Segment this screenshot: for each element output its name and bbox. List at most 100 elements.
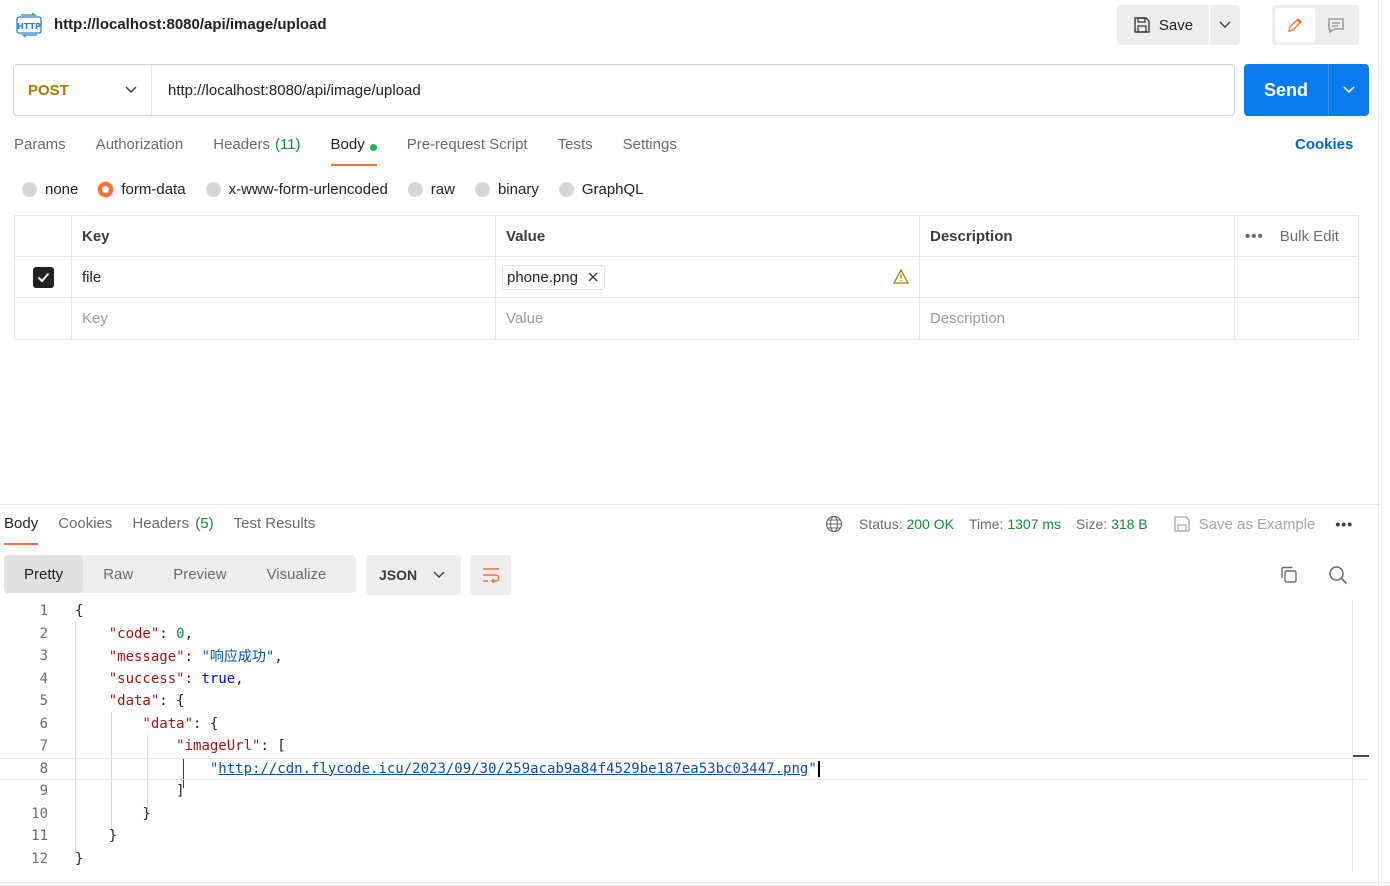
comment-mode-button[interactable]: [1317, 8, 1357, 42]
method-label: POST: [28, 81, 69, 99]
send-dropdown-button[interactable]: [1328, 64, 1369, 116]
save-as-example-button[interactable]: Save as Example: [1173, 515, 1315, 533]
status-info[interactable]: Status: 200 OK: [859, 516, 954, 532]
editor-scrollbar[interactable]: [1352, 600, 1353, 872]
wrap-lines-button[interactable]: [470, 555, 511, 595]
line-number: 8: [39, 760, 48, 777]
tab-settings[interactable]: Settings: [623, 134, 677, 166]
chevron-down-icon: [1219, 21, 1231, 28]
line-number: 3: [39, 648, 48, 665]
key-cell[interactable]: file: [72, 257, 496, 297]
status-value: 200 OK: [906, 516, 954, 532]
response-tab-body[interactable]: Body: [4, 515, 39, 545]
radio-form-data[interactable]: form-data: [98, 181, 186, 198]
tab-label: Body: [330, 136, 365, 153]
copy-icon[interactable]: [1279, 565, 1299, 588]
cookies-link[interactable]: Cookies: [1295, 136, 1353, 153]
value-cell[interactable]: phone.png: [496, 257, 920, 297]
form-data-table: Key Value Description ••• Bulk Edit file…: [14, 215, 1359, 340]
save-button[interactable]: Save: [1117, 5, 1209, 45]
view-preview-button[interactable]: Preview: [153, 555, 246, 593]
code-line: 9 ]: [0, 780, 1368, 803]
code-line: 11 }: [0, 825, 1368, 848]
save-icon: [1174, 516, 1190, 532]
tab-label: Test Results: [233, 515, 316, 532]
more-options-icon[interactable]: •••: [1245, 228, 1264, 245]
bulk-edit-button[interactable]: Bulk Edit: [1280, 228, 1339, 245]
tab-pre-request-script[interactable]: Pre-request Script: [407, 134, 528, 166]
time-label: Time:: [968, 516, 1004, 532]
view-visualize-button[interactable]: Visualize: [247, 555, 347, 593]
scrollbar-position-marker: [1353, 755, 1369, 757]
response-tab-test-results[interactable]: Test Results: [234, 515, 316, 545]
value-placeholder[interactable]: Value: [496, 298, 920, 339]
row-checkbox-cell: [15, 298, 72, 339]
column-header-description: Description: [920, 216, 1235, 256]
tab-headers[interactable]: Headers (11): [213, 134, 300, 166]
radio-circle: [407, 182, 423, 197]
tab-authorization[interactable]: Authorization: [96, 134, 184, 166]
tab-label: Headers: [132, 515, 190, 532]
time-info[interactable]: Time: 1307 ms: [969, 516, 1061, 532]
table-header-row: Key Value Description ••• Bulk Edit: [15, 216, 1358, 257]
tab-body[interactable]: Body: [330, 134, 377, 166]
radio-circle: [205, 182, 221, 197]
code-text: "http://cdn.flycode.icu/2023/09/30/259ac…: [75, 760, 820, 777]
radio-label: raw: [430, 181, 455, 198]
key-placeholder[interactable]: Key: [72, 298, 496, 339]
radio-none[interactable]: none: [22, 181, 78, 198]
radio-binary[interactable]: binary: [474, 181, 539, 198]
tab-label: Tests: [557, 136, 593, 153]
send-button[interactable]: Send: [1244, 64, 1328, 116]
tab-label: Pre-request Script: [406, 136, 528, 153]
table-row: file phone.png: [15, 257, 1358, 298]
code-text: "code": 0,: [108, 625, 194, 642]
code-line: 7 "imageUrl": [: [0, 735, 1368, 758]
response-tab-cookies[interactable]: Cookies: [58, 515, 112, 545]
file-name: phone.png: [507, 268, 578, 286]
radio-x-www-form-urlencoded[interactable]: x-www-form-urlencoded: [205, 181, 388, 198]
format-select[interactable]: JSON: [366, 555, 461, 595]
tab-params[interactable]: Params: [14, 134, 66, 166]
more-options-icon[interactable]: •••: [1335, 516, 1353, 532]
tab-label: Settings: [622, 136, 677, 153]
request-tab-title[interactable]: http://localhost:8080/api/image/upload: [54, 16, 327, 33]
response-tab-headers[interactable]: Headers (5): [132, 515, 213, 545]
search-icon[interactable]: [1328, 565, 1348, 588]
description-cell[interactable]: [920, 257, 1235, 297]
url-input[interactable]: http://localhost:8080/api/image/upload: [152, 65, 1234, 115]
description-placeholder[interactable]: Description: [920, 298, 1235, 339]
method-select[interactable]: POST: [14, 65, 152, 115]
code-text: {: [75, 603, 84, 620]
edit-mode-button[interactable]: [1275, 8, 1315, 42]
code-line: 3 "message": "响应成功",: [0, 645, 1368, 668]
pencil-icon: [1287, 18, 1302, 32]
radio-label: form-data: [121, 181, 186, 198]
code-text: "success": true,: [108, 670, 244, 687]
radio-raw[interactable]: raw: [407, 181, 455, 198]
file-chip: phone.png: [502, 264, 605, 290]
code-text: "data": {: [108, 693, 185, 710]
image-url-link[interactable]: http://cdn.flycode.icu/2023/09/30/259aca…: [218, 761, 808, 777]
radio-graphql[interactable]: GraphQL: [558, 181, 644, 198]
save-dropdown-button[interactable]: [1209, 5, 1240, 45]
tab-label: Headers: [213, 136, 270, 153]
close-icon[interactable]: [588, 272, 598, 282]
line-number: 4: [39, 670, 48, 687]
size-info[interactable]: Size: 318 B: [1076, 516, 1148, 532]
response-code-editor[interactable]: 1{ 2 "code": 0, 3 "message": "响应成功", 4 "…: [0, 600, 1370, 880]
headers-count: (5): [195, 515, 214, 532]
globe-icon[interactable]: [825, 515, 843, 533]
line-number: 12: [31, 850, 48, 867]
view-raw-button[interactable]: Raw: [83, 555, 153, 593]
warning-icon[interactable]: [893, 269, 909, 284]
checkmark-icon: [37, 272, 49, 282]
code-line-highlighted: 8 "http://cdn.flycode.icu/2023/09/30/259…: [0, 757, 1368, 780]
response-divider[interactable]: [0, 504, 1380, 505]
code-text: }: [75, 828, 118, 845]
code-text: ]: [75, 783, 185, 800]
view-pretty-button[interactable]: Pretty: [4, 555, 84, 593]
tab-tests[interactable]: Tests: [558, 134, 593, 166]
body-type-radios: none form-data x-www-form-urlencoded raw…: [22, 181, 664, 198]
row-checkbox[interactable]: [32, 266, 54, 288]
